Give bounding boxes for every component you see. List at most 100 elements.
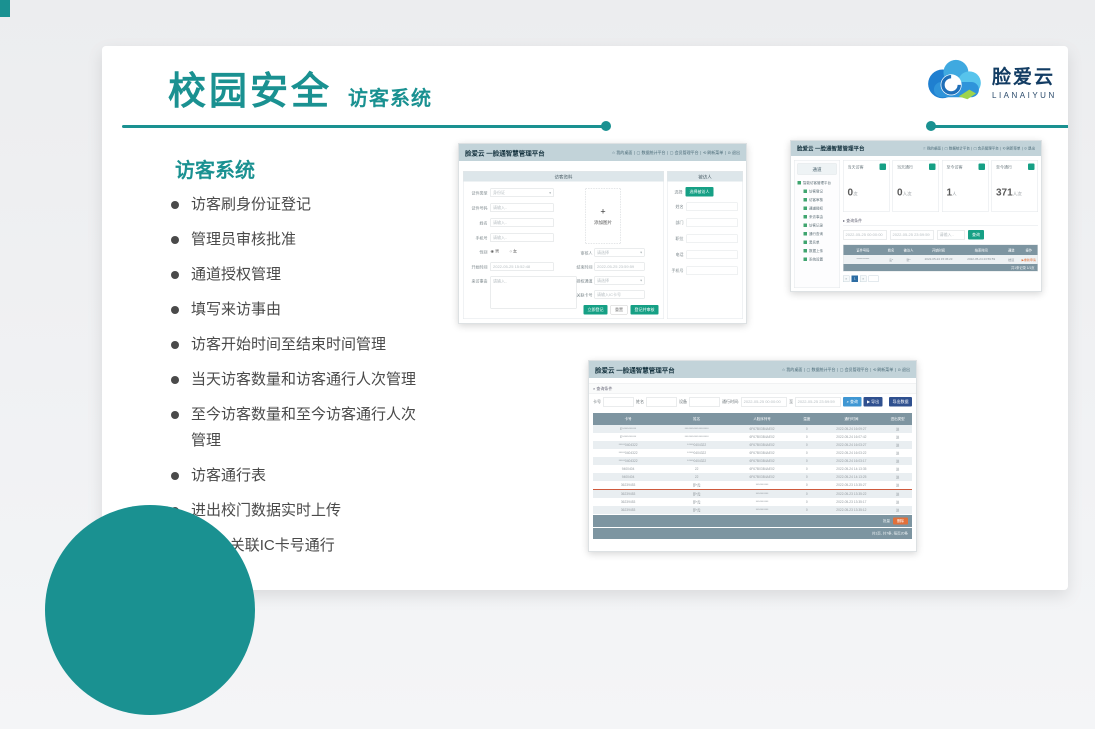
visitee-field-label: 部门	[669, 220, 684, 226]
sidebar-tree: 智能访客管理平台 访客登记	[795, 178, 840, 265]
delete-button[interactable]: 删除	[893, 518, 908, 525]
slide-card: 校园安全 访客系统 脸爱云 LIANAIYUN 访客系统	[102, 46, 1068, 590]
cell-temp: 0	[794, 481, 820, 489]
cell-temp: 0	[794, 473, 820, 481]
tree-root[interactable]: 智能访客管理平台	[798, 179, 837, 188]
tree-item[interactable]: 数据上传	[798, 247, 837, 256]
auditor-select[interactable]: 请选择 ▾	[595, 249, 645, 257]
tree-item[interactable]: 访客登记	[798, 187, 837, 196]
table-row: 36239453 罗*霞 ********** 0 2022-05-23 13:…	[593, 506, 912, 514]
start-time-input[interactable]: 2022-05-25 15:52:48	[491, 263, 554, 272]
feature-item: 通道授权管理	[168, 262, 420, 288]
register-button[interactable]: 立即登记	[584, 305, 608, 315]
tree-items: 访客登记 访客审核 通道授权	[798, 187, 837, 264]
stat-card: 当天通行 0人次	[893, 160, 940, 212]
name-filter-input[interactable]	[646, 397, 677, 406]
cell-serial: **********	[730, 481, 794, 489]
visitee-field-input[interactable]	[687, 219, 738, 228]
phone-input[interactable]: 请输入..	[491, 234, 554, 243]
stat-value: 1人	[947, 187, 957, 199]
sidebar-tab[interactable]: 通道	[798, 164, 837, 175]
search-button[interactable]: 查询	[968, 230, 984, 240]
time-from-input[interactable]: 2022-05-25 00:00:00	[741, 397, 787, 406]
corner-accent	[0, 0, 10, 17]
cell-time: 2022-05-24 16:07:42	[819, 433, 883, 441]
device-filter-input[interactable]	[689, 397, 720, 406]
page-title: 校园安全	[168, 60, 332, 115]
channel-select[interactable]: 请选择 ▾	[595, 277, 645, 285]
page-prev-button[interactable]: «	[843, 276, 850, 283]
cell-direction: 进	[883, 441, 912, 449]
tree-item-label: 黑名单	[809, 240, 820, 245]
table-body: E*********** ******************* 6F67B03…	[593, 425, 912, 514]
stat-label: 当天通行	[897, 165, 913, 171]
time-separator: 至	[789, 399, 793, 405]
gender-label: 性别	[465, 250, 488, 256]
search-button[interactable]: ⌕ 查询	[843, 397, 861, 407]
register-audit-button[interactable]: 登记并审核	[631, 305, 659, 315]
tree-item-label: 通道授权	[809, 206, 823, 211]
tree-item-label: 访客记录	[809, 223, 823, 228]
export-button[interactable]: ▶ 导出	[863, 397, 882, 407]
cell-name: 22	[663, 473, 730, 481]
stat-unit: 人	[952, 192, 957, 197]
col-header: 温度	[794, 413, 820, 425]
gender-female-radio[interactable]: ○ 女	[510, 249, 518, 255]
col-header: 证件号码	[844, 245, 883, 255]
feature-item: 管理员审核批准	[168, 227, 420, 253]
tree-item[interactable]: 访客记录	[798, 221, 837, 230]
card-no-input[interactable]: 请输入IC卡号	[595, 291, 645, 299]
cell-serial: **********	[730, 506, 794, 514]
cell-time: 2022-05-24 16:09:27	[819, 425, 883, 433]
cell-card: 9400404	[593, 465, 663, 473]
visitee-field-input[interactable]	[687, 251, 738, 260]
cell-serial: 6F67B03B4AE02	[730, 433, 794, 441]
visitee-field-input[interactable]	[687, 235, 738, 244]
reapply-link[interactable]: ▶重新申请	[1020, 255, 1037, 264]
card-filter-input[interactable]	[603, 397, 634, 406]
gender-male-radio[interactable]: ◉ 男	[491, 249, 500, 255]
phone-label: 手机号	[465, 236, 488, 242]
tree-item[interactable]: 来访事由	[798, 213, 837, 222]
export-data-button[interactable]: 导出数据	[889, 397, 912, 407]
reset-button[interactable]: 重置	[611, 305, 628, 315]
tree-item[interactable]: 访客审核	[798, 196, 837, 205]
reason-textarea[interactable]: 请输入..	[491, 277, 577, 309]
platform-menu[interactable]: ☆ 我的桌面 ∣ ▢ 数据统计平台 ∣ ▢ 会员管理平台 ∣ ⟲ 刷新菜单 ∣ …	[612, 150, 740, 156]
visitee-field-input[interactable]	[687, 203, 738, 212]
cert-type-value: 身份证	[493, 190, 505, 196]
table-row: 36239453 罗*霞 ********** 0 2022-05-23 13:…	[593, 498, 912, 506]
cert-type-select[interactable]: 身份证 ▾	[491, 189, 554, 198]
cell-serial: 6F67B03B4AE02	[730, 449, 794, 457]
auditor-label: 审核人	[571, 251, 593, 257]
col-header: 操作	[1020, 245, 1037, 255]
keyword-input[interactable]: 请输入..	[937, 230, 965, 239]
stat-label: 至今通行	[996, 165, 1012, 171]
date-to-input[interactable]: 2022-05-25 23:59:59	[890, 230, 934, 239]
page-next-button[interactable]: »	[860, 276, 867, 283]
tree-item[interactable]: 通道授权	[798, 204, 837, 213]
page-number-button[interactable]: 1	[852, 276, 859, 283]
photo-upload-box[interactable]: + 添加图片	[586, 189, 621, 244]
name-input[interactable]: 请输入..	[491, 219, 554, 228]
table-header-row: 证件号码 姓名 被访人 开始时间 结束时间 通道 操作	[844, 245, 1038, 255]
visitee-field-input[interactable]	[687, 267, 738, 276]
tree-item[interactable]: 系统设置	[798, 255, 837, 264]
choose-visitee-button[interactable]: 选择被访人	[686, 187, 714, 197]
record-count: 共1条记录 1/1页	[1011, 265, 1034, 270]
time-to-input[interactable]: 2022-05-25 23:59:59	[795, 397, 841, 406]
cell-direction: 进	[883, 473, 912, 481]
tree-item[interactable]: 通行查询	[798, 230, 837, 239]
time-filter-label: 通行时间:	[722, 399, 739, 405]
platform-menu[interactable]: ☆ 我的桌面 ∣ ▢ 数据统计平台 ∣ ▢ 会员管理平台 ∣ ⟲ 刷新菜单 ∣ …	[923, 146, 1035, 151]
platform-menu[interactable]: ☆ 我的桌面 ∣ ▢ 数据统计平台 ∣ ▢ 会员管理平台 ∣ ⟲ 刷新菜单 ∣ …	[782, 367, 910, 373]
tree-item-label: 数据上传	[809, 248, 823, 253]
end-time-input[interactable]: 2022-05-25 23:59:59	[595, 263, 645, 271]
query-section-label[interactable]: ▸ 查询条件	[843, 218, 1038, 226]
query-section-label[interactable]: ⌕ 查询条件	[589, 383, 916, 394]
date-from-input[interactable]: 2022-05-25 00:00:00	[843, 230, 887, 239]
page-jump-input[interactable]	[869, 276, 879, 283]
cert-no-input[interactable]: 请输入..	[491, 204, 554, 213]
tree-item[interactable]: 黑名单	[798, 238, 837, 247]
cell-name: *****0404322	[663, 441, 730, 449]
